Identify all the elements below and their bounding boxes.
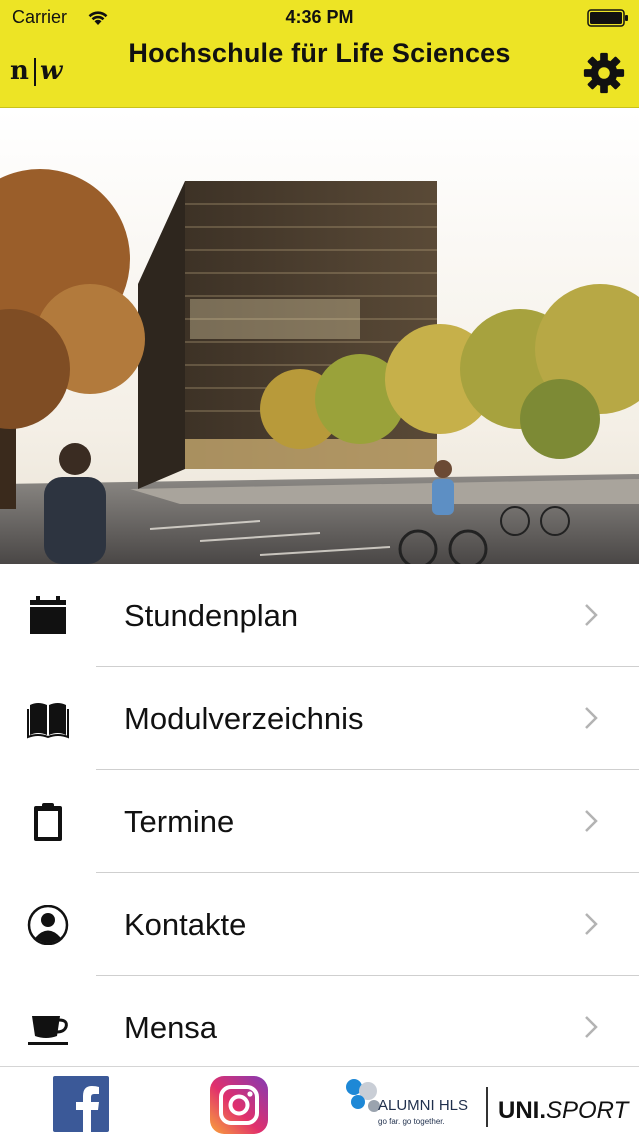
alumni-tagline: go far. go together.	[378, 1117, 445, 1126]
person-icon	[27, 905, 69, 945]
unisport-sport: SPORT	[546, 1097, 629, 1124]
menu-item-label: Mensa	[124, 1010, 218, 1045]
facebook-icon[interactable]	[53, 1076, 109, 1132]
menu-item-modulverzeichnis[interactable]: Modulverzeichnis	[0, 667, 639, 770]
chevron-right-icon	[585, 1016, 598, 1038]
clock: 4:36 PM	[285, 7, 354, 27]
main-menu: Stundenplan Modulverzeichnis Termine Kon…	[0, 564, 639, 1066]
menu-item-termine[interactable]: Termine	[0, 770, 639, 873]
chevron-right-icon	[585, 913, 598, 935]
menu-item-mensa[interactable]: Mensa	[0, 976, 639, 1066]
app-header: Carrier 4:36 PM n w Hochschule für Life …	[0, 0, 639, 108]
footer-divider	[486, 1087, 488, 1127]
chevron-right-icon	[585, 707, 598, 729]
instagram-icon[interactable]	[210, 1076, 268, 1134]
clipboard-icon	[34, 803, 62, 841]
chevron-right-icon	[585, 810, 598, 832]
book-icon	[27, 703, 69, 739]
menu-item-label: Kontakte	[124, 907, 247, 942]
campus-hero-image	[0, 109, 639, 564]
unisport-link[interactable]: UNI.SPORT	[498, 1097, 628, 1125]
menu-item-label: Stundenplan	[124, 598, 299, 633]
status-bar: Carrier 4:36 PM	[0, 0, 639, 36]
menu-item-stundenplan[interactable]: Stundenplan	[0, 564, 639, 667]
footer-links: ALUMNI HLS go far. go together. UNI.SPOR…	[0, 1066, 639, 1136]
alumni-label: ALUMNI HLS	[378, 1097, 469, 1114]
menu-item-label: Modulverzeichnis	[124, 701, 364, 736]
gear-icon[interactable]	[581, 50, 627, 96]
battery-icon	[587, 9, 628, 27]
menu-item-kontakte[interactable]: Kontakte	[0, 873, 639, 976]
unisport-uni: UNI.	[498, 1097, 546, 1124]
chevron-right-icon	[585, 604, 598, 626]
coffee-cup-icon	[28, 1016, 68, 1045]
calendar-icon	[30, 596, 66, 634]
alumni-hls-link[interactable]: ALUMNI HLS go far. go together.	[344, 1077, 484, 1133]
menu-item-label: Termine	[124, 804, 235, 839]
page-title: Hochschule für Life Sciences	[128, 38, 511, 68]
